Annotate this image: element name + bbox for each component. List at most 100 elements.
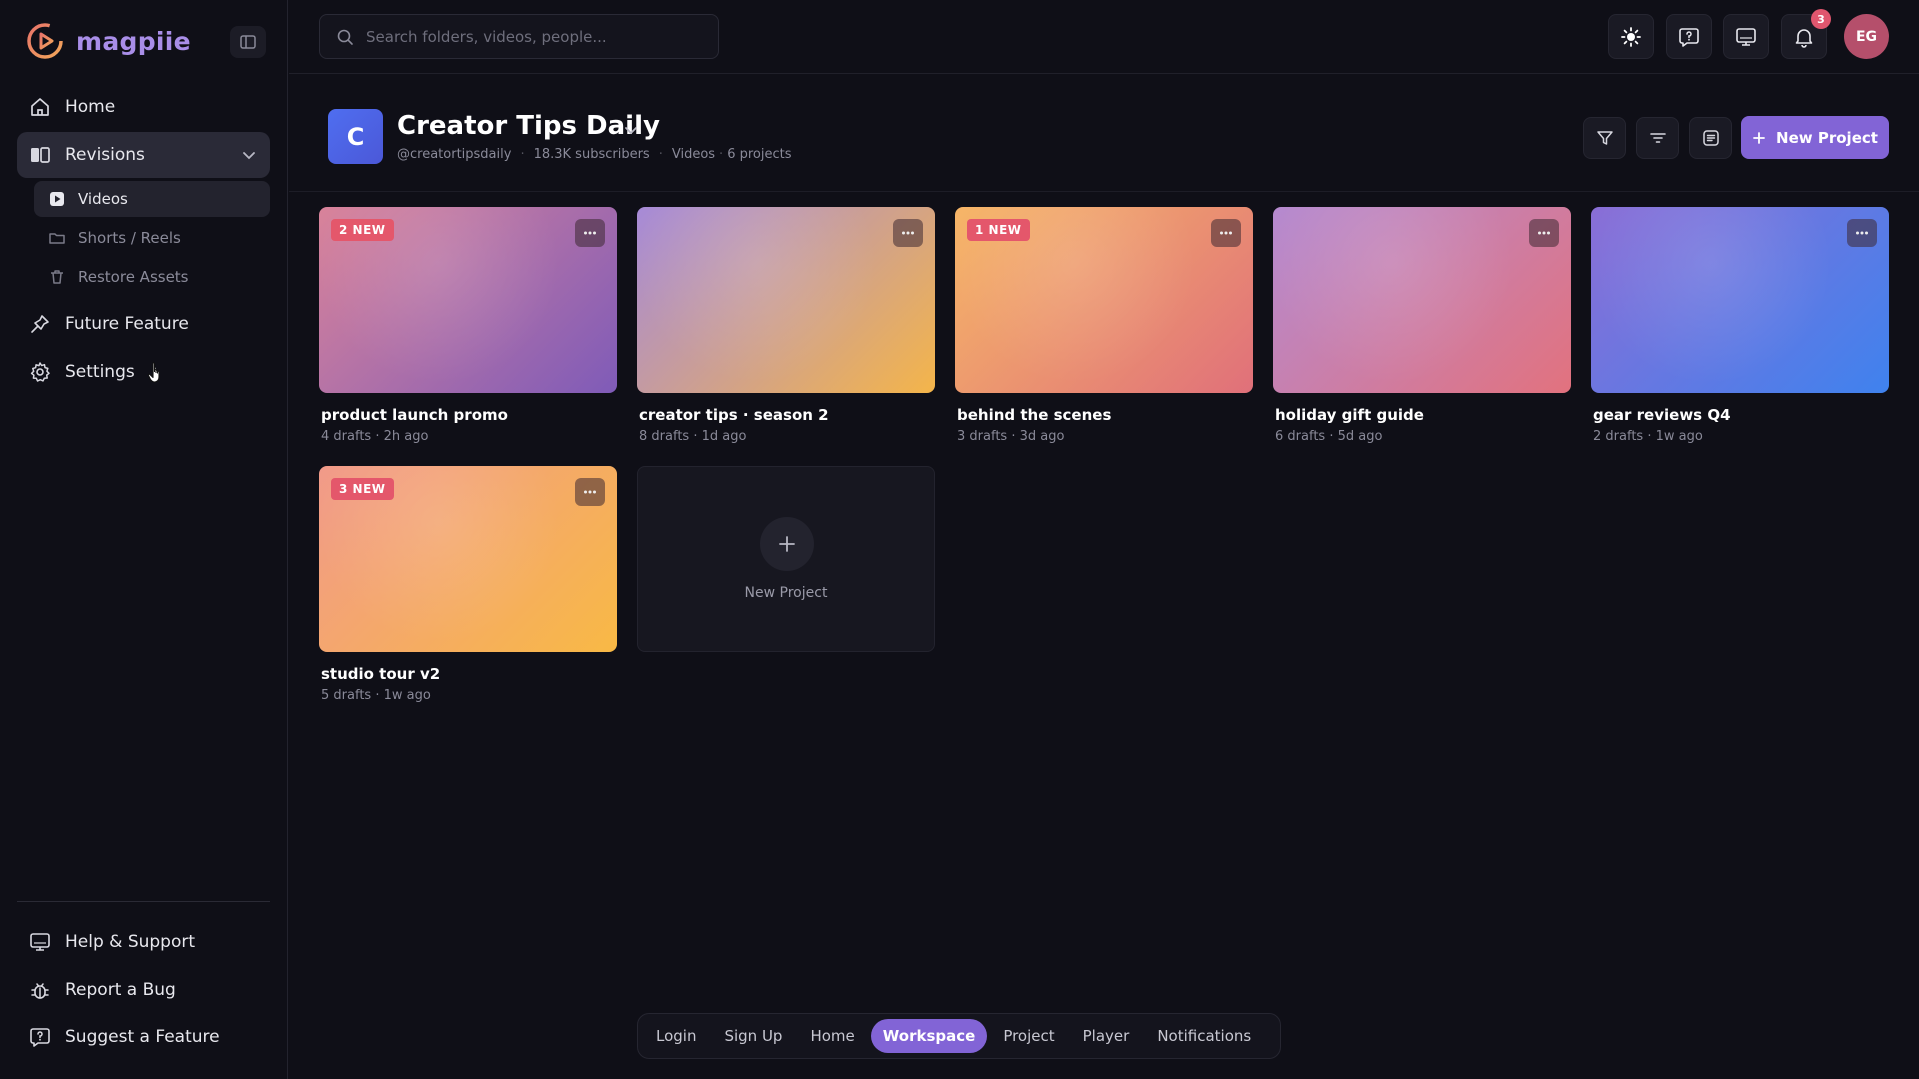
sidebar-item-label: Report a Bug <box>65 980 176 1000</box>
sidebar-item-label: Future Feature <box>65 314 189 334</box>
sidebar-item-future-feature[interactable]: Future Feature <box>17 301 270 347</box>
project-title[interactable]: holiday gift guide <box>1273 406 1571 424</box>
project-more-button[interactable] <box>575 219 605 247</box>
project-title[interactable]: studio tour v2 <box>319 665 617 683</box>
sidebar-subitem-restore-assets[interactable]: Restore Assets <box>34 259 270 295</box>
project-title[interactable]: behind the scenes <box>955 406 1253 424</box>
channel-switcher-chevron-icon[interactable] <box>622 121 640 139</box>
filter-funnel-icon <box>1596 131 1613 145</box>
sidebar-item-help-support[interactable]: Help & Support <box>17 919 270 965</box>
new-drafts-badge: 2 NEW <box>331 219 394 241</box>
project-title[interactable]: product launch promo <box>319 406 617 424</box>
channel-handle: @creatortipsdaily <box>397 147 512 162</box>
project-meta: 4 drafts · 2h ago <box>321 429 429 444</box>
notifications-button[interactable]: 3 <box>1781 9 1831 59</box>
new-project-plus-button[interactable] <box>760 517 814 571</box>
channel-section: Videos <box>671 147 716 162</box>
help-button[interactable] <box>1666 14 1712 59</box>
sidebar-subitem-label: Videos <box>78 190 128 208</box>
project-card[interactable]: 1 NEW behind the scenes 3 drafts · 3d ag… <box>955 207 1253 444</box>
project-thumbnail[interactable]: 3 NEW <box>319 466 617 652</box>
project-more-button[interactable] <box>893 219 923 247</box>
project-more-button[interactable] <box>575 478 605 506</box>
gear-icon <box>30 362 50 382</box>
project-thumbnail[interactable] <box>637 207 935 393</box>
view-toggle-button[interactable] <box>1689 117 1732 159</box>
sidebar-subitem-shorts-reels[interactable]: Shorts / Reels <box>34 220 270 256</box>
sidebar-item-home[interactable]: Home <box>17 84 270 130</box>
help-bubble-icon <box>1679 27 1699 47</box>
project-thumbnail[interactable]: 1 NEW <box>955 207 1253 393</box>
magpiie-logo-icon <box>27 23 63 59</box>
bottom-nav-login[interactable]: Login <box>644 1019 708 1053</box>
sidebar-item-label: Revisions <box>65 145 145 165</box>
play-square-icon <box>50 192 64 206</box>
content-divider <box>289 191 1919 192</box>
plus-icon <box>1753 131 1765 144</box>
sun-icon <box>1621 26 1641 47</box>
bottom-nav-project[interactable]: Project <box>991 1019 1066 1053</box>
sidebar-item-label: Help & Support <box>65 932 196 952</box>
collapse-sidebar-button[interactable] <box>230 26 266 58</box>
user-avatar[interactable]: EG <box>1844 14 1889 59</box>
sidebar-item-settings[interactable]: Settings <box>17 349 270 395</box>
project-card[interactable]: holiday gift guide 6 drafts · 5d ago <box>1273 207 1571 444</box>
filter-button[interactable] <box>1583 117 1626 159</box>
project-title[interactable]: creator tips · season 2 <box>637 406 935 424</box>
meta-separator: · <box>719 147 724 162</box>
bell-icon <box>1795 28 1813 48</box>
bottom-nav-player[interactable]: Player <box>1071 1019 1142 1053</box>
sidebar-item-report-bug[interactable]: Report a Bug <box>17 967 270 1013</box>
chevron-down-icon <box>243 152 255 160</box>
sidebar-subitem-label: Restore Assets <box>78 268 189 286</box>
project-more-button[interactable] <box>1847 219 1877 247</box>
pin-icon <box>31 315 49 333</box>
project-card[interactable]: creator tips · season 2 8 drafts · 1d ag… <box>637 207 935 444</box>
bottom-nav-workspace[interactable]: Workspace <box>870 1019 988 1053</box>
project-meta: 5 drafts · 1w ago <box>321 688 431 703</box>
trash-icon <box>51 270 63 284</box>
new-drafts-badge: 3 NEW <box>331 478 394 500</box>
brand[interactable]: magpiie <box>26 22 191 60</box>
sidebar-item-revisions[interactable]: Revisions <box>17 132 270 178</box>
new-project-button[interactable]: New Project <box>1741 116 1889 159</box>
screen-button[interactable] <box>1723 14 1769 59</box>
project-more-button[interactable] <box>1529 219 1559 247</box>
more-dots-icon <box>584 231 596 235</box>
bottom-nav-home[interactable]: Home <box>798 1019 866 1053</box>
channel-avatar: C <box>328 109 383 164</box>
bottom-nav-signup[interactable]: Sign Up <box>712 1019 794 1053</box>
theme-toggle-button[interactable] <box>1608 14 1654 59</box>
project-thumbnail[interactable] <box>1591 207 1889 393</box>
new-project-card[interactable]: New Project <box>637 466 935 652</box>
channel-title: Creator Tips Daily <box>397 111 660 141</box>
suggestion-bubble-icon <box>30 1028 50 1047</box>
project-thumbnail[interactable]: 2 NEW <box>319 207 617 393</box>
brand-name: magpiie <box>76 26 191 56</box>
plus-icon <box>779 536 795 552</box>
sidebar-item-suggest-feature[interactable]: Suggest a Feature <box>17 1014 270 1060</box>
project-meta: 8 drafts · 1d ago <box>639 429 747 444</box>
new-project-label: New Project <box>1776 128 1878 147</box>
notification-count-badge: 3 <box>1811 9 1831 29</box>
project-more-button[interactable] <box>1211 219 1241 247</box>
sidebar-item-label: Home <box>65 97 116 117</box>
bug-icon <box>31 983 49 999</box>
sort-button[interactable] <box>1636 117 1679 159</box>
project-meta: 2 drafts · 1w ago <box>1593 429 1703 444</box>
more-dots-icon <box>1538 231 1550 235</box>
revisions-icon <box>31 147 50 163</box>
project-card[interactable]: 2 NEW product launch promo 4 drafts · 2h… <box>319 207 617 444</box>
project-title[interactable]: gear reviews Q4 <box>1591 406 1889 424</box>
folder-icon <box>49 233 65 244</box>
project-thumbnail[interactable] <box>1273 207 1571 393</box>
project-card[interactable]: 3 NEW studio tour v2 5 drafts · 1w ago <box>319 466 617 703</box>
bottom-page-nav: Login Sign Up Home Workspace Project Pla… <box>637 1013 1281 1059</box>
search-bar[interactable] <box>319 14 719 59</box>
search-input[interactable] <box>364 26 694 47</box>
sort-lines-icon <box>1649 133 1666 143</box>
sidebar-subitem-videos[interactable]: Videos <box>34 181 270 217</box>
bottom-nav-notifications[interactable]: Notifications <box>1145 1019 1263 1053</box>
project-card[interactable]: gear reviews Q4 2 drafts · 1w ago <box>1591 207 1889 444</box>
monitor-icon <box>30 933 50 951</box>
